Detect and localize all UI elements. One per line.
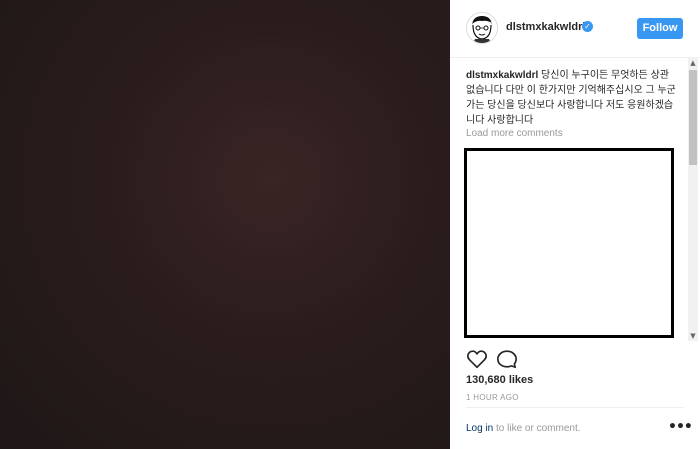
more-options-icon[interactable]: ••• — [668, 419, 693, 435]
login-prompt: Log in to like or comment. — [466, 423, 581, 434]
login-suffix-text: to like or comment. — [493, 423, 581, 434]
comment-icon[interactable] — [496, 348, 518, 370]
post-timestamp[interactable]: 1 HOUR AGO — [466, 393, 519, 402]
post-side-panel: dlstmxkakwldrl ✓ Follow dlstmxkakwldrl 당… — [450, 0, 700, 449]
scroll-up-arrow-icon[interactable]: ▲ — [688, 58, 698, 68]
follow-button[interactable]: Follow — [637, 18, 683, 39]
avatar[interactable] — [466, 12, 498, 44]
verified-badge-icon: ✓ — [582, 21, 593, 32]
heart-icon[interactable] — [466, 348, 488, 370]
post-actions — [450, 342, 700, 378]
avatar-cartoon-icon — [467, 13, 497, 43]
post-username[interactable]: dlstmxkakwldrl — [506, 21, 585, 33]
load-more-comments-link[interactable]: Load more comments — [466, 128, 563, 139]
likes-count[interactable]: 130,680 likes — [466, 374, 533, 386]
post-media[interactable] — [0, 0, 450, 449]
comments-area: dlstmxkakwldrl 당신이 누구이든 무엇하든 상관없습니다 다만 이… — [450, 58, 688, 341]
caption-username[interactable]: dlstmxkakwldrl — [466, 70, 538, 81]
scrollbar-thumb[interactable] — [689, 70, 697, 165]
comments-scrollbar[interactable]: ▲ ▼ — [688, 58, 698, 341]
scroll-down-arrow-icon[interactable]: ▼ — [688, 331, 698, 341]
framed-white-box — [464, 148, 674, 338]
post-header: dlstmxkakwldrl ✓ Follow — [450, 0, 700, 58]
login-link[interactable]: Log in — [466, 423, 493, 434]
divider — [466, 407, 684, 408]
post-caption: dlstmxkakwldrl 당신이 누구이든 무엇하든 상관없습니다 다만 이… — [466, 68, 676, 128]
